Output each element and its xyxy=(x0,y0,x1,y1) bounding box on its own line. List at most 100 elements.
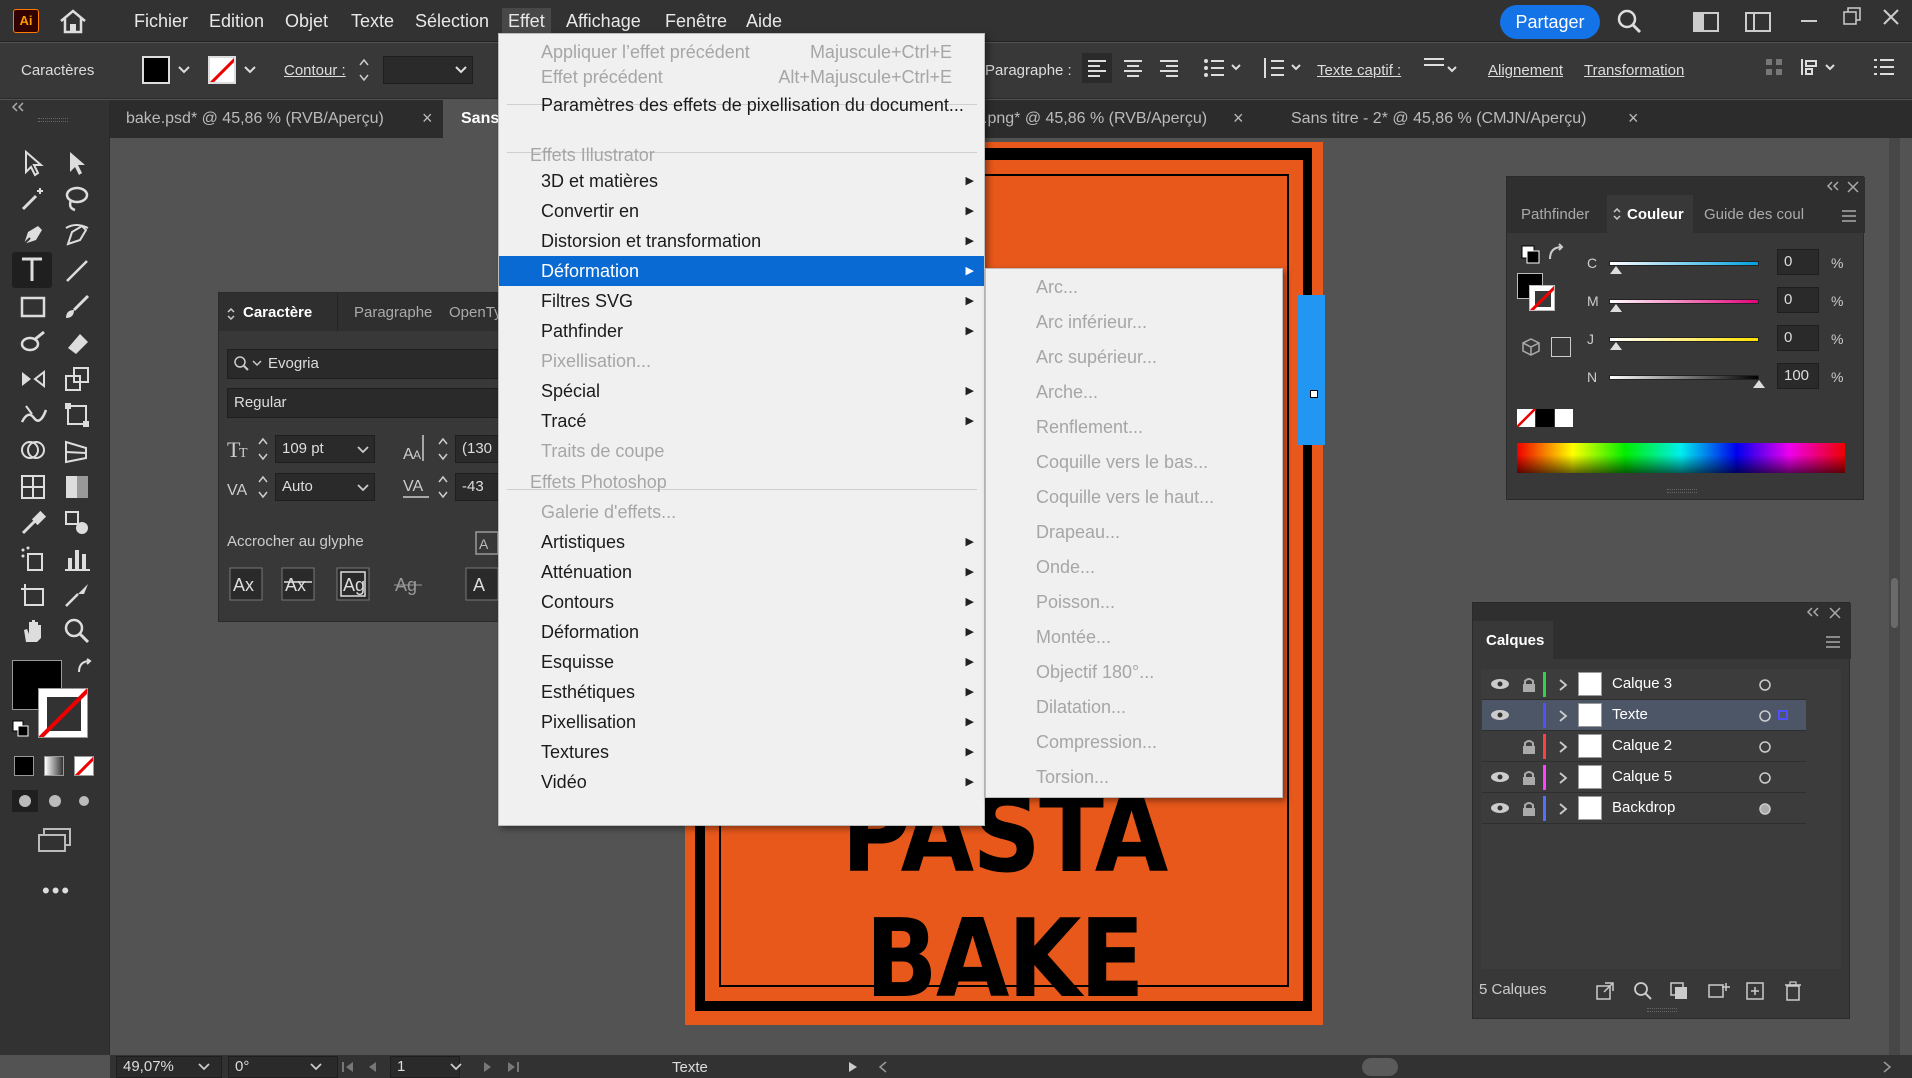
none-color-swatch[interactable] xyxy=(1517,409,1535,427)
artboard-icon[interactable] xyxy=(18,580,48,610)
alignment-link[interactable]: Alignement xyxy=(1488,62,1563,79)
menu-item-distorsion-et-transformation[interactable]: Distorsion et transformation ▶ xyxy=(499,226,984,256)
resize-grip[interactable] xyxy=(1647,1008,1677,1012)
menu-item-deformation[interactable]: Déformation ▶ xyxy=(499,617,984,647)
lock-icon[interactable] xyxy=(1522,677,1536,693)
scale-icon[interactable] xyxy=(62,364,92,394)
channel-n-slider[interactable] xyxy=(1609,375,1759,380)
home-icon[interactable] xyxy=(58,8,88,34)
menu-item-contours[interactable]: Contours ▶ xyxy=(499,587,984,617)
clipping-mask-icon[interactable] xyxy=(1669,981,1689,1001)
bullets-icon[interactable] xyxy=(1202,55,1244,81)
tab-bake-psd[interactable]: bake.psd* @ 45,86 % (RVB/Aperçu) xyxy=(126,100,384,138)
color-mode-button[interactable] xyxy=(14,756,34,776)
stroke-color-swatch[interactable] xyxy=(38,688,88,738)
menu-item-pixellisation[interactable]: Pixellisation ▶ xyxy=(499,707,984,737)
chevron-right-icon[interactable] xyxy=(1558,710,1568,722)
fill-dropdown-icon[interactable] xyxy=(178,65,190,75)
menu-aide[interactable]: Aide xyxy=(740,8,788,34)
zoom-dropdown-icon[interactable] xyxy=(198,1062,210,1072)
stroke-swatch[interactable] xyxy=(1529,285,1555,311)
menu-item-esquisse[interactable]: Esquisse ▶ xyxy=(499,647,984,677)
stroke-swatch[interactable] xyxy=(208,56,236,84)
out-of-web-gamut-icon[interactable] xyxy=(1521,337,1541,357)
layer-name[interactable]: Calque 2 xyxy=(1612,737,1672,754)
angular-guides-snap-icon[interactable]: A xyxy=(465,567,499,601)
draw-modes-icon[interactable] xyxy=(12,790,102,812)
chevron-right-icon[interactable] xyxy=(1558,741,1568,753)
slice-icon[interactable] xyxy=(62,580,92,610)
panel-toggle-icon[interactable] xyxy=(226,307,236,321)
layer-row[interactable]: Backdrop xyxy=(1482,793,1806,824)
menu-item-textures[interactable]: Textures ▶ xyxy=(499,737,984,767)
delete-layer-icon[interactable] xyxy=(1783,981,1803,1001)
scroll-left-icon[interactable] xyxy=(878,1061,888,1073)
layer-name[interactable]: Calque 3 xyxy=(1612,675,1672,692)
white-swatch[interactable] xyxy=(1555,409,1573,427)
artboard-dropdown-icon[interactable] xyxy=(450,1062,462,1072)
collapse-icon[interactable] xyxy=(10,102,26,112)
web-safe-swatch[interactable] xyxy=(1551,337,1571,357)
menu-item-3d-et-matieres[interactable]: 3D et matières ▶ xyxy=(499,166,984,196)
gradient-mode-button[interactable] xyxy=(44,756,64,776)
transform-link[interactable]: Transformation xyxy=(1584,62,1684,79)
isolate-icon[interactable] xyxy=(1800,57,1840,77)
rectangle-icon[interactable] xyxy=(18,292,48,322)
menu-affichage[interactable]: Affichage xyxy=(560,8,647,34)
channel-m-field[interactable]: 0 xyxy=(1777,287,1819,313)
font-size-dropdown-icon[interactable] xyxy=(357,445,369,455)
glyph-bounds-snap-icon[interactable]: Ag xyxy=(336,567,370,601)
menu-objet[interactable]: Objet xyxy=(279,8,334,34)
collapse-panel-icon[interactable] xyxy=(1825,181,1841,191)
contour-label[interactable]: Contour : xyxy=(284,62,346,79)
arrange-objects-icon[interactable] xyxy=(1764,57,1784,77)
next-last-artboard-icon[interactable] xyxy=(470,1060,530,1074)
layer-name[interactable]: Backdrop xyxy=(1612,799,1675,816)
xheight-snap-icon[interactable]: Ax xyxy=(281,567,315,601)
target-icon[interactable] xyxy=(1759,803,1771,815)
shape-builder-icon[interactable] xyxy=(18,436,48,466)
leading-field[interactable]: (130 xyxy=(455,435,501,463)
channel-c-field[interactable]: 0 xyxy=(1777,249,1819,275)
target-icon[interactable] xyxy=(1759,679,1771,691)
shaper-icon[interactable] xyxy=(18,328,48,358)
scroll-right-icon[interactable] xyxy=(1882,1061,1892,1073)
tab-close-icon[interactable]: × xyxy=(1628,108,1639,129)
target-icon[interactable] xyxy=(1759,710,1771,722)
proximity-guides-snap-icon[interactable]: Ag xyxy=(391,567,425,601)
black-swatch[interactable] xyxy=(1536,409,1554,427)
tracking-stepper[interactable] xyxy=(437,473,449,501)
lasso-icon[interactable] xyxy=(62,184,92,214)
menu-selection[interactable]: Sélection xyxy=(409,8,495,34)
control-menu-icon[interactable] xyxy=(1873,57,1895,77)
panel-menu-icon[interactable] xyxy=(1841,209,1857,223)
export-icon[interactable] xyxy=(1595,981,1615,1001)
kerning-dropdown-icon[interactable] xyxy=(357,483,369,493)
none-mode-button[interactable] xyxy=(74,756,94,776)
reflect-icon[interactable] xyxy=(18,364,48,394)
menu-item-special[interactable]: Spécial ▶ xyxy=(499,376,984,406)
fill-swatch[interactable] xyxy=(142,56,170,84)
resize-grip[interactable] xyxy=(1667,489,1697,493)
type-tool-button[interactable] xyxy=(12,252,52,288)
layer-row[interactable]: Texte xyxy=(1482,700,1806,731)
visibility-eye-icon[interactable] xyxy=(1490,802,1510,814)
channel-j-slider[interactable] xyxy=(1609,337,1759,342)
channel-j-field[interactable]: 0 xyxy=(1777,325,1819,351)
leading-stepper[interactable] xyxy=(437,435,449,463)
channel-j-thumb[interactable] xyxy=(1609,341,1623,351)
numbering-icon[interactable] xyxy=(1262,55,1304,81)
font-size-stepper[interactable] xyxy=(257,435,269,463)
kerning-stepper[interactable] xyxy=(257,473,269,501)
tab-pathfinder[interactable]: Pathfinder xyxy=(1521,206,1589,223)
channel-m-thumb[interactable] xyxy=(1609,303,1623,313)
tab-guide-couleurs[interactable]: Guide des coul xyxy=(1704,206,1814,223)
eyedropper-icon[interactable] xyxy=(18,508,48,538)
visibility-eye-icon[interactable] xyxy=(1490,771,1510,783)
new-sublayer-icon[interactable] xyxy=(1707,981,1731,1001)
text-wrap-icon[interactable] xyxy=(1422,55,1462,79)
tab-calques[interactable]: Calques xyxy=(1473,621,1553,659)
status-menu-icon[interactable] xyxy=(848,1061,858,1073)
eraser-icon[interactable] xyxy=(62,328,92,358)
tab-caractere[interactable]: Caractère xyxy=(243,304,312,321)
